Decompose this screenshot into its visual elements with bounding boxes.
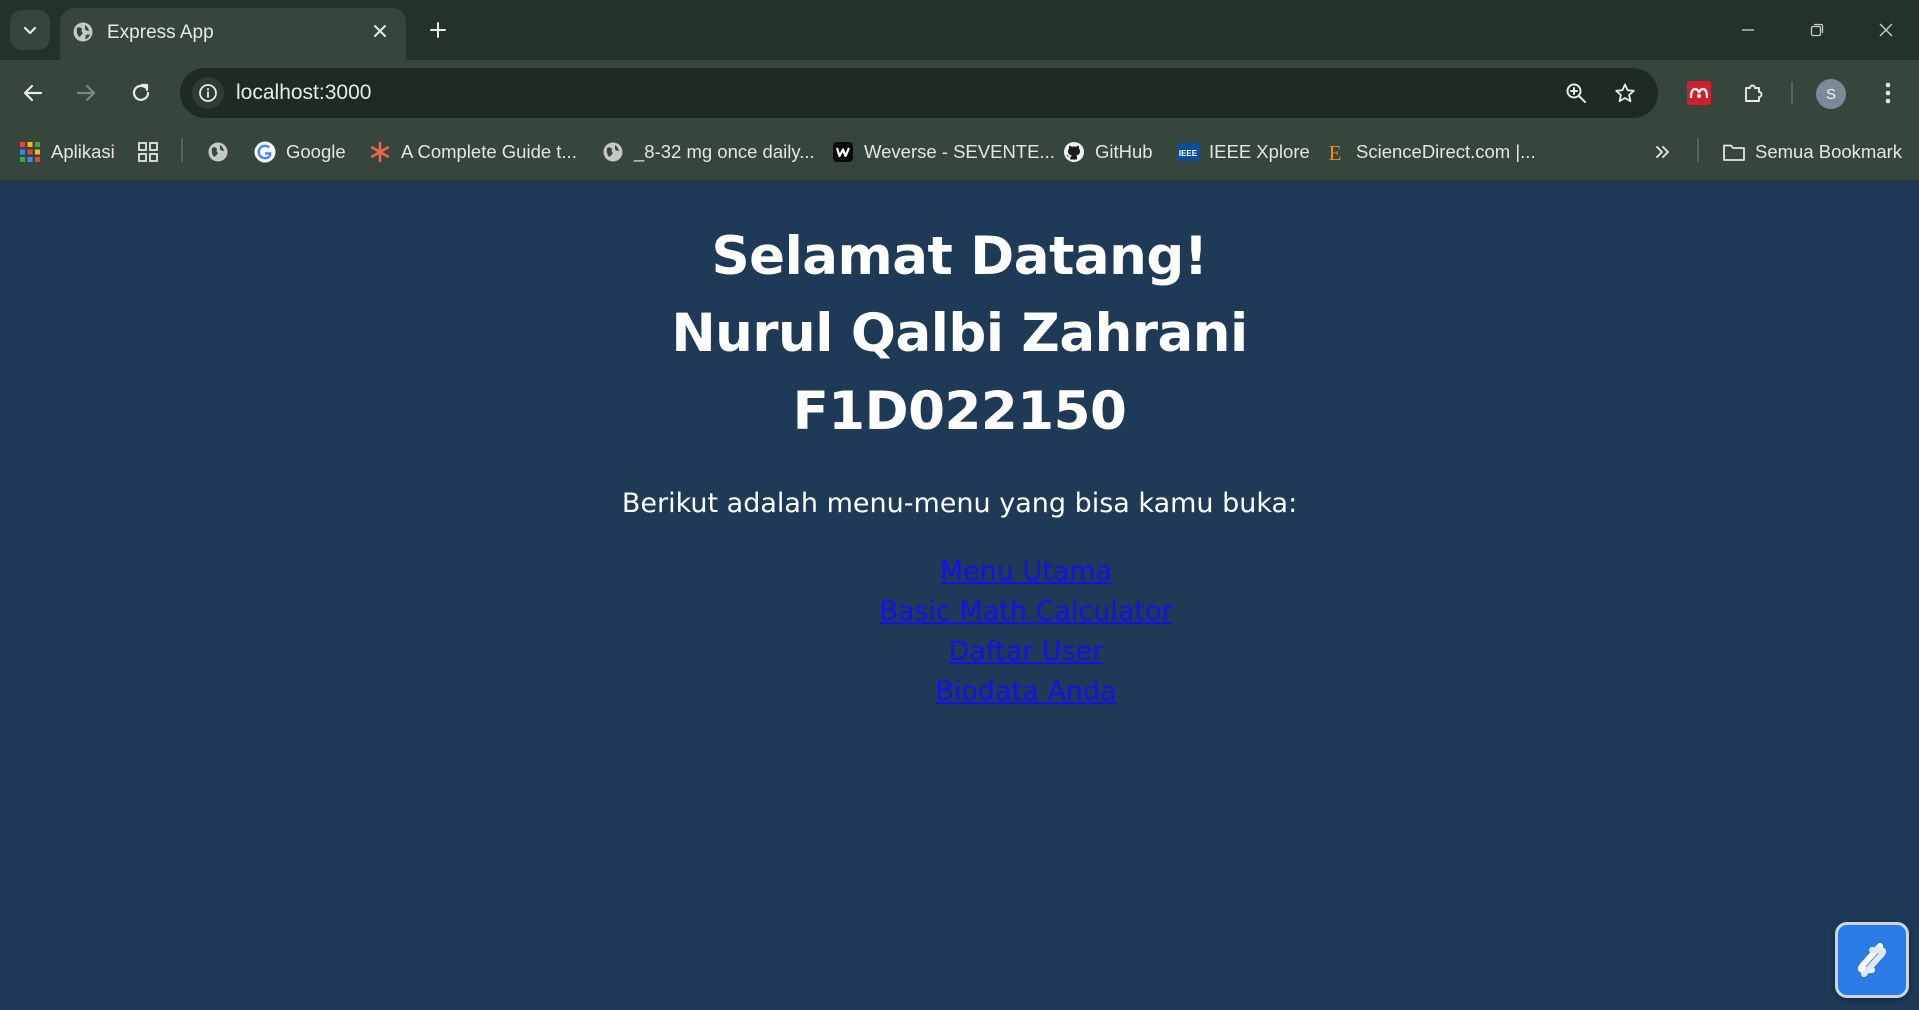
asterisk-icon: [368, 140, 392, 164]
puzzle-icon: [1745, 84, 1763, 102]
reload-icon: [132, 83, 150, 101]
link-basic-math-calculator[interactable]: Basic Math Calculator: [879, 596, 1172, 627]
link-menu-utama[interactable]: Menu Utama: [940, 556, 1112, 587]
menu-list: Menu Utama Basic Math Calculator Daftar …: [0, 552, 1919, 712]
back-button[interactable]: [15, 75, 51, 111]
toolbar-divider: [1791, 82, 1793, 104]
restore-button[interactable]: [1800, 14, 1834, 46]
globe-icon: [206, 140, 230, 164]
slash-logo-icon: [1857, 943, 1887, 977]
list-item: Biodata Anda: [0, 672, 1919, 712]
apps-grid-icon: [18, 140, 42, 164]
bookmarks-divider: [1697, 138, 1699, 162]
profile-avatar[interactable]: S: [1816, 79, 1846, 109]
list-item: Basic Math Calculator: [0, 592, 1919, 632]
bookmark-star-button[interactable]: [1610, 78, 1640, 108]
browser-menu-button[interactable]: [1870, 75, 1906, 111]
close-window-button[interactable]: [1869, 14, 1903, 46]
bookmark-label: IEEE Xplore: [1209, 141, 1310, 162]
more-bookmarks-button[interactable]: [1650, 138, 1674, 166]
bookmark-ieee[interactable]: IEEE IEEE Xplore: [1176, 138, 1310, 166]
list-item: Menu Utama: [0, 552, 1919, 592]
more-vertical-icon: [1885, 82, 1891, 104]
bookmark-label: Semua Bookmark: [1755, 141, 1903, 162]
tab-title: Express App: [107, 22, 214, 43]
bookmark-google[interactable]: Google: [253, 138, 346, 166]
weverse-icon: [831, 140, 855, 164]
tab-groups-icon: [136, 140, 160, 164]
elsevier-icon: E: [1323, 140, 1347, 164]
bookmark-label: Weverse - SEVENTE...: [864, 141, 1055, 162]
mendeley-extension-button[interactable]: [1681, 75, 1717, 111]
page-body: Selamat Datang! Nurul Qalbi Zahrani F1D0…: [0, 182, 1919, 1010]
tab-search-button[interactable]: [10, 10, 50, 50]
active-tab[interactable]: Express App: [60, 8, 406, 60]
close-icon: [1879, 23, 1893, 37]
zoom-button[interactable]: [1561, 78, 1591, 108]
minimize-button[interactable]: [1731, 14, 1765, 46]
bookmark-github[interactable]: GitHub: [1062, 138, 1153, 166]
close-icon: [374, 25, 386, 37]
reload-button[interactable]: [123, 75, 159, 111]
globe-icon: [601, 140, 625, 164]
globe-icon: [73, 22, 93, 42]
mendeley-icon: [1687, 81, 1711, 105]
heading-student-id: F1D022150: [792, 381, 1127, 442]
folder-icon: [1722, 140, 1746, 164]
bookmark-weverse[interactable]: Weverse - SEVENTE...: [831, 138, 1055, 166]
url-text[interactable]: localhost:3000: [236, 81, 371, 105]
bookmarks-bar: Aplikasi Google A Complete Guide t... _8…: [0, 126, 1919, 181]
bookmark-dosage[interactable]: _8-32 mg once daily...: [601, 138, 815, 166]
all-bookmarks-button[interactable]: Semua Bookmark: [1722, 138, 1902, 166]
arrow-right-icon: [76, 84, 96, 102]
bookmark-label: ScienceDirect.com |...: [1356, 141, 1536, 162]
heading-name: Nurul Qalbi Zahrani: [671, 303, 1248, 364]
bookmark-tab-groups[interactable]: [136, 138, 160, 166]
list-item: Daftar User: [0, 632, 1919, 672]
forward-button[interactable]: [68, 75, 104, 111]
address-bar[interactable]: localhost:3000: [180, 68, 1658, 118]
bookmark-label: _8-32 mg once daily...: [634, 141, 815, 162]
chevron-down-icon: [23, 26, 37, 35]
zoom-in-icon: [1566, 83, 1586, 103]
plus-icon: [430, 22, 446, 38]
minimize-icon: [1742, 29, 1754, 31]
bookmark-aplikasi[interactable]: Aplikasi: [18, 138, 115, 166]
tab-strip: Express App: [0, 0, 1919, 60]
bookmarks-divider: [181, 138, 183, 162]
heading-welcome: Selamat Datang!: [711, 226, 1208, 287]
floating-app-button[interactable]: [1835, 922, 1909, 998]
double-chevron-right-icon: [1650, 140, 1674, 164]
link-biodata-anda[interactable]: Biodata Anda: [935, 676, 1116, 707]
browser-toolbar: localhost:3000 S: [0, 60, 1919, 126]
svg-text:E: E: [1329, 141, 1342, 163]
site-info-button[interactable]: [192, 77, 224, 109]
bookmark-label: GitHub: [1095, 141, 1153, 162]
ieee-icon: IEEE: [1176, 140, 1200, 164]
bookmark-label: Aplikasi: [51, 141, 115, 162]
bookmark-complete-guide[interactable]: A Complete Guide t...: [368, 138, 577, 166]
tab-close-button[interactable]: [368, 19, 392, 43]
arrow-left-icon: [23, 84, 43, 102]
link-daftar-user[interactable]: Daftar User: [949, 636, 1104, 667]
svg-text:IEEE: IEEE: [1179, 149, 1198, 158]
google-icon: [253, 140, 277, 164]
github-icon: [1062, 140, 1086, 164]
restore-icon: [1810, 23, 1824, 37]
bookmark-globe[interactable]: [206, 138, 230, 166]
new-tab-button[interactable]: [422, 14, 454, 46]
info-icon: [199, 84, 217, 102]
star-icon: [1615, 83, 1635, 103]
intro-text: Berikut adalah menu-menu yang bisa kamu …: [621, 488, 1298, 519]
bookmark-sciencedirect[interactable]: E ScienceDirect.com |...: [1323, 138, 1536, 166]
bookmark-label: A Complete Guide t...: [401, 141, 577, 162]
bookmark-label: Google: [286, 141, 346, 162]
extensions-button[interactable]: [1736, 75, 1772, 111]
